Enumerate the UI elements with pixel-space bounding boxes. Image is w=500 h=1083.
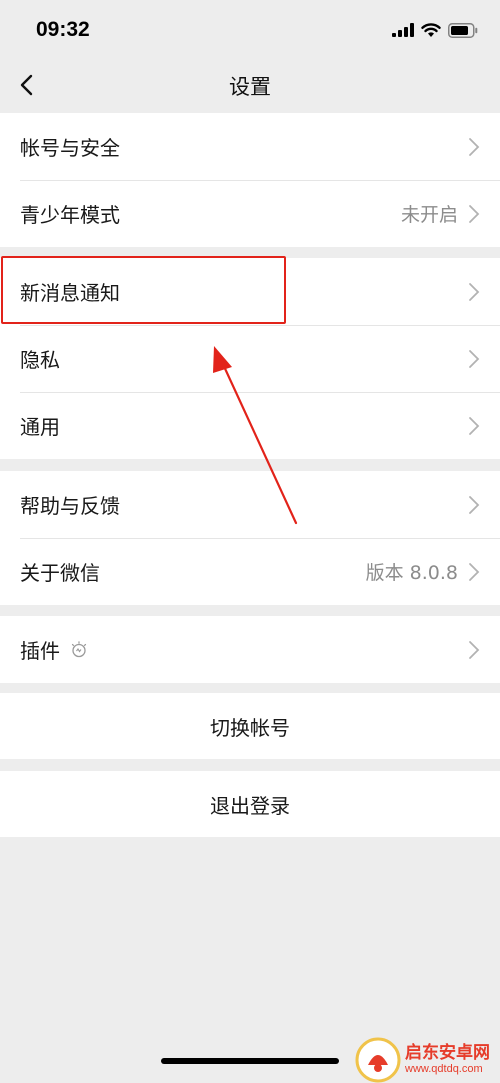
watermark-brand: 启东安卓网 [405, 1043, 490, 1064]
settings-group-plugins: 插件 [0, 616, 500, 683]
watermark-url: www.qdtdq.com [405, 1062, 483, 1075]
chevron-right-icon [469, 416, 480, 435]
plugins-row[interactable]: 插件 [0, 616, 500, 683]
teen-mode-row[interactable]: 青少年模式 未开启 [0, 180, 500, 247]
lightbulb-icon [71, 640, 87, 657]
help-feedback-row[interactable]: 帮助与反馈 [0, 471, 500, 538]
chevron-right-icon [469, 495, 480, 514]
settings-group-account: 帐号与安全 青少年模式 未开启 [0, 113, 500, 247]
wifi-icon [421, 22, 441, 37]
chevron-right-icon [469, 204, 480, 223]
row-label: 插件 [20, 635, 468, 664]
plugins-label: 插件 [20, 639, 60, 663]
row-label: 青少年模式 [20, 203, 120, 227]
nav-bar: 设置 [0, 58, 500, 112]
logout-group: 退出登录 [0, 771, 500, 837]
watermark-text: 启东安卓网 www.qdtdq.com [405, 1044, 490, 1075]
row-label: 帮助与反馈 [20, 494, 120, 518]
watermark: 启东安卓网 www.qdtdq.com [355, 1036, 500, 1083]
battery-icon [448, 22, 478, 38]
settings-group-general: 新消息通知 隐私 通用 [0, 258, 500, 459]
watermark-logo-icon [355, 1037, 401, 1082]
page-title: 设置 [229, 75, 271, 99]
row-label: 隐私 [20, 348, 60, 372]
logout-button[interactable]: 退出登录 [0, 771, 500, 837]
chevron-right-icon [469, 562, 480, 581]
switch-account-button[interactable]: 切换帐号 [0, 693, 500, 759]
status-time: 09:32 [36, 18, 90, 41]
general-row[interactable]: 通用 [0, 392, 500, 459]
version-label: 版本 8.0.8 [365, 562, 458, 584]
chevron-right-icon [469, 137, 480, 156]
switch-account-group: 切换帐号 [0, 693, 500, 759]
row-label: 帐号与安全 [20, 136, 120, 160]
home-indicator [161, 1058, 339, 1064]
privacy-row[interactable]: 隐私 [0, 325, 500, 392]
teen-mode-status: 未开启 [400, 204, 458, 226]
status-icons [392, 20, 478, 40]
row-label: 关于微信 [20, 561, 100, 585]
new-message-notification-row[interactable]: 新消息通知 [0, 258, 500, 325]
signal-icon [392, 23, 414, 37]
account-security-row[interactable]: 帐号与安全 [0, 113, 500, 180]
row-label: 新消息通知 [20, 281, 120, 305]
status-bar: 09:32 [0, 0, 500, 58]
settings-group-about: 帮助与反馈 关于微信 版本 8.0.8 [0, 471, 500, 605]
row-label: 通用 [20, 415, 60, 439]
chevron-right-icon [469, 282, 480, 301]
about-wechat-row[interactable]: 关于微信 版本 8.0.8 [0, 538, 500, 605]
chevron-right-icon [469, 349, 480, 368]
chevron-right-icon [469, 640, 480, 659]
